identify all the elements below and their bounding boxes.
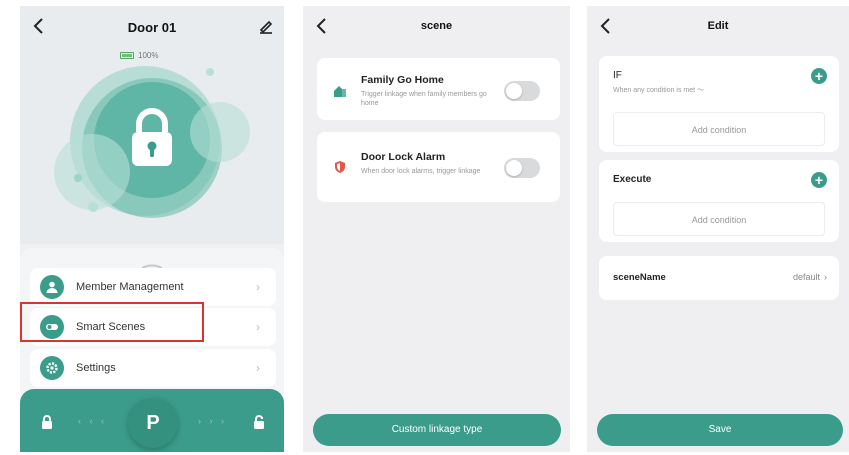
execute-section: Execute + Add condition	[599, 160, 839, 242]
add-action-box[interactable]: Add condition	[613, 202, 825, 236]
scene-title: Door Lock Alarm	[361, 151, 446, 163]
menu-item-member-management[interactable]: Member Management ›	[30, 268, 276, 306]
ripple-dot	[88, 202, 98, 212]
if-subtitle[interactable]: When any condition is met ～	[613, 85, 704, 95]
screenshot-stage: 100% Door 01 Member Management › Smart S…	[0, 0, 849, 455]
add-action-plus-icon[interactable]: +	[811, 172, 827, 188]
unlock-slider-knob[interactable]: P	[128, 398, 178, 448]
battery-indicator: 100%	[120, 51, 158, 60]
menu-item-label: Settings	[76, 362, 116, 374]
slide-left-arrows: ‹ ‹ ‹	[78, 416, 107, 426]
save-button[interactable]: Save	[597, 414, 843, 446]
sheet-handle[interactable]	[140, 256, 164, 269]
chevron-right-icon: ›	[824, 272, 827, 282]
scene-card-door-lock-alarm[interactable]: Door Lock Alarm When door lock alarms, t…	[317, 132, 560, 202]
padlock-icon[interactable]	[108, 96, 196, 184]
edit-panel: Edit IF When any condition is met ～ + Ad…	[587, 6, 849, 452]
ripple-dot	[206, 68, 214, 76]
pencil-icon[interactable]	[258, 18, 274, 34]
lock-icon[interactable]	[40, 414, 54, 430]
scene-toggle[interactable]	[504, 158, 540, 178]
device-header: Door 01	[20, 6, 284, 48]
scene-title: Family Go Home	[361, 74, 444, 86]
page-title: Edit	[707, 20, 729, 32]
scene-name-label: sceneName	[613, 272, 666, 283]
chevron-left-icon[interactable]	[313, 16, 331, 36]
page-title: Door 01	[127, 20, 177, 35]
scene-card-family-go-home[interactable]: Family Go Home Trigger linkage when fami…	[317, 58, 560, 120]
scene-toggle[interactable]	[504, 81, 540, 101]
knob-label: P	[146, 411, 160, 434]
battery-level: 100%	[138, 51, 159, 60]
ripple-blob	[190, 102, 250, 162]
scene-header: scene	[303, 6, 570, 48]
add-condition-plus-icon[interactable]: +	[811, 68, 827, 84]
battery-icon	[120, 52, 134, 59]
chevron-left-icon[interactable]	[30, 16, 48, 36]
home-icon	[333, 84, 347, 98]
scene-name-value-wrap: default ›	[793, 272, 827, 282]
page-title: scene	[420, 20, 453, 32]
chevron-right-icon: ›	[256, 361, 260, 375]
chevron-right-icon: ›	[256, 280, 260, 294]
if-section: IF When any condition is met ～ + Add con…	[599, 56, 839, 152]
scene-name-value: default	[792, 272, 820, 282]
menu-item-label: Member Management	[76, 281, 184, 293]
unlock-icon[interactable]	[252, 414, 266, 430]
edit-header: Edit	[587, 6, 849, 48]
add-condition-box[interactable]: Add condition	[613, 112, 825, 146]
shield-icon	[333, 160, 347, 174]
execute-title: Execute	[613, 174, 652, 185]
scene-name-row[interactable]: sceneName default ›	[599, 256, 839, 300]
chevron-right-icon: ›	[256, 320, 260, 334]
ripple-dot	[74, 174, 82, 182]
menu-item-settings[interactable]: Settings ›	[30, 349, 276, 387]
smart-scenes-highlight	[20, 302, 204, 342]
scene-description: When door lock alarms, trigger linkage	[361, 168, 481, 175]
gear-icon	[40, 356, 64, 380]
custom-linkage-button[interactable]: Custom linkage type	[313, 414, 561, 446]
if-title: IF	[613, 70, 622, 81]
user-icon	[40, 275, 64, 299]
chevron-left-icon[interactable]	[597, 16, 615, 36]
scene-description: Trigger linkage when family members go h…	[361, 91, 487, 107]
scene-panel: scene Family Go Home Trigger linkage whe…	[303, 6, 570, 452]
device-panel: 100% Door 01 Member Management › Smart S…	[20, 6, 284, 452]
slide-right-arrows: › › ›	[198, 416, 227, 426]
